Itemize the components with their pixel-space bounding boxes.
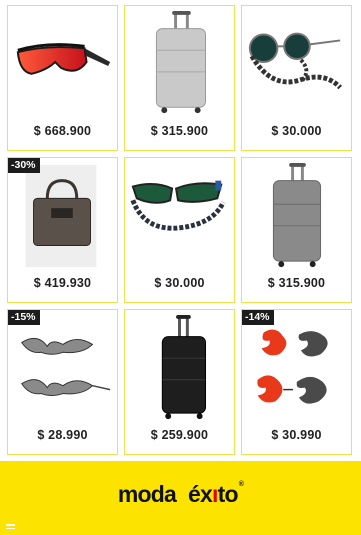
logo-word-exito: éxıto: [188, 481, 238, 507]
menu-icon[interactable]: [6, 524, 15, 531]
handbag-icon: [8, 162, 117, 270]
product-card[interactable]: -15% $ 28.990: [7, 309, 118, 455]
product-grid: $ 668.900 $ 315.900 $ 30.000 -30% $ 419.…: [7, 5, 355, 455]
product-card[interactable]: $ 30.000: [241, 5, 352, 151]
flame-sunglasses-icon: [8, 314, 117, 422]
round-sunglasses-strap-icon: [242, 10, 351, 118]
product-card[interactable]: -30% $ 419.930: [7, 157, 118, 303]
product-price: $ 315.900: [267, 276, 326, 290]
registered-mark: ®: [238, 481, 244, 488]
sport-sunglasses-icon: [8, 10, 117, 118]
discount-badge: -15%: [8, 310, 40, 325]
sunglasses-strap-icon: [125, 162, 234, 270]
logo-word-moda: moda: [117, 481, 177, 507]
product-price: $ 419.930: [33, 276, 92, 290]
dragon-sunglasses-icon: [242, 314, 351, 422]
product-price: $ 315.900: [150, 124, 209, 138]
black-suitcase-icon: [125, 314, 234, 422]
product-card[interactable]: $ 259.900: [124, 309, 235, 455]
product-card[interactable]: $ 668.900: [7, 5, 118, 151]
product-price: $ 30.000: [271, 124, 322, 138]
footer-banner: moda éxıto®: [0, 461, 361, 535]
product-price: $ 30.000: [154, 276, 205, 290]
discount-badge: -30%: [8, 158, 40, 173]
product-card[interactable]: -14% $ 30.990: [241, 309, 352, 455]
product-card[interactable]: $ 315.900: [124, 5, 235, 151]
product-price: $ 30.990: [271, 428, 322, 442]
product-price: $ 668.900: [33, 124, 92, 138]
product-card[interactable]: $ 30.000: [124, 157, 235, 303]
product-price: $ 28.990: [37, 428, 88, 442]
moda-exito-logo[interactable]: moda éxıto®: [0, 481, 361, 508]
product-card[interactable]: $ 315.900: [241, 157, 352, 303]
product-price: $ 259.900: [150, 428, 209, 442]
suitcase-icon: [125, 10, 234, 118]
discount-badge: -14%: [242, 310, 274, 325]
suitcase-icon: [242, 162, 351, 270]
